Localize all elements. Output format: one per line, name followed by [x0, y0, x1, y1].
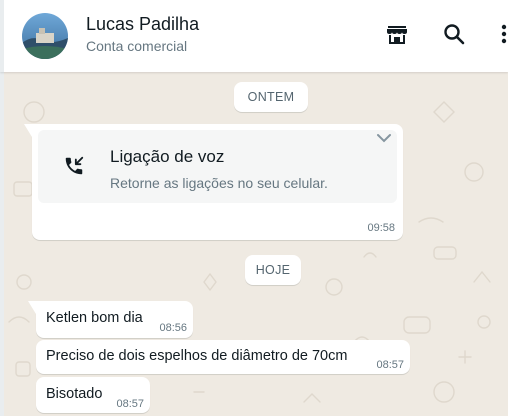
- chat-area[interactable]: ONTEM Ligação de voz Retorne as ligações…: [0, 72, 508, 416]
- menu-icon[interactable]: [497, 21, 508, 47]
- contact-subtitle: Conta comercial: [86, 38, 188, 54]
- date-separator-yesterday: ONTEM: [234, 82, 308, 112]
- chat-header: Lucas Padilha Conta comercial: [0, 0, 508, 72]
- date-separator-today: HOJE: [245, 255, 301, 285]
- call-message-bubble[interactable]: Ligação de voz Retorne as ligações no se…: [24, 124, 403, 240]
- missed-call-icon: [60, 152, 88, 180]
- message-text: Ketlen bom dia: [46, 310, 143, 326]
- contact-name[interactable]: Lucas Padilha: [86, 14, 199, 35]
- message-text: Preciso de dois espelhos de diâmetro de …: [46, 348, 348, 364]
- call-title: Ligação de voz: [110, 147, 225, 166]
- message-time: 09:58: [367, 222, 395, 234]
- message-bubble[interactable]: Ketlen bom dia 08:56: [28, 301, 193, 338]
- message-time: 08:57: [116, 398, 144, 410]
- call-subtitle: Retorne as ligações no seu celular.: [110, 175, 328, 191]
- message-bubble[interactable]: Preciso de dois espelhos de diâmetro de …: [36, 340, 410, 374]
- message-time: 08:56: [159, 322, 187, 334]
- message-bubble[interactable]: Bisotado 08:57: [36, 377, 150, 413]
- voice-call-card[interactable]: Ligação de voz Retorne as ligações no se…: [38, 130, 397, 203]
- search-icon[interactable]: [441, 21, 467, 47]
- message-time: 08:57: [376, 359, 404, 371]
- message-text: Bisotado: [46, 386, 103, 402]
- catalog-icon[interactable]: [384, 21, 410, 47]
- avatar[interactable]: [22, 13, 68, 59]
- chevron-down-icon[interactable]: [373, 128, 395, 148]
